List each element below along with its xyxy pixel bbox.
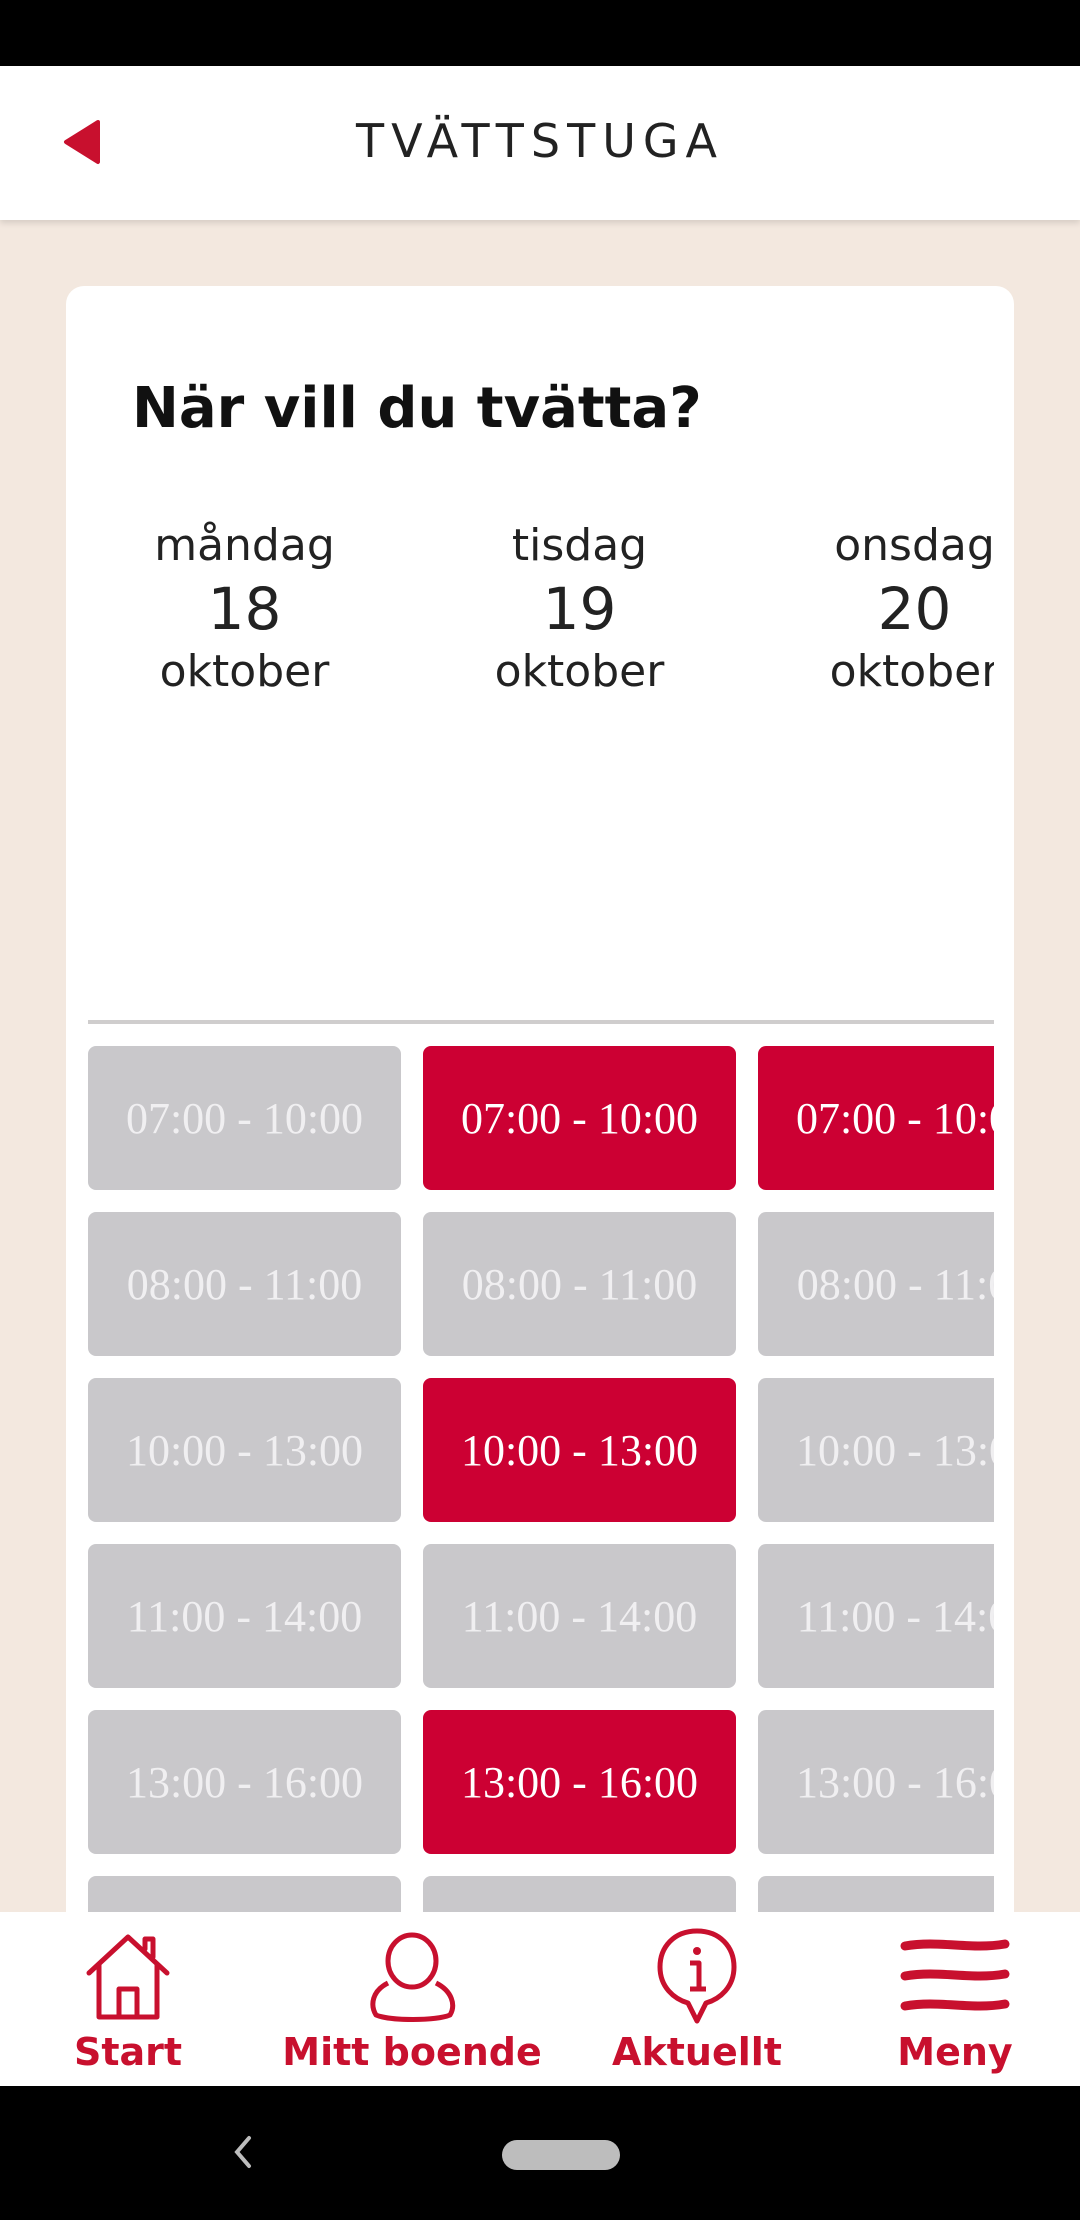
time-slot-unavailable: 13:00 - 16:00 [88,1710,401,1854]
day-month: oktober [494,646,665,697]
nav-aktuellt[interactable]: Aktuellt [612,1926,782,2076]
time-slot-available[interactable]: 13:00 - 16:00 [423,1710,736,1854]
nav-label: Start [73,2030,183,2074]
chevron-left-icon [234,2136,251,2168]
nav-label: Meny [897,2030,1013,2074]
nav-meny[interactable]: Meny [880,1926,1030,2076]
time-slot-unavailable: 11:00 - 14:00 [758,1544,994,1688]
day-column: onsdag20oktober 07:00 - 10:00 08:00 - 11:0… [758,516,994,1912]
system-nav-bar [0,2086,1080,2220]
home-icon [83,1926,173,2026]
schedule-grid[interactable]: måndag 18 oktober 07:00 - 10:00 08:00 - 11:0… [88,516,994,1912]
time-slot-available[interactable]: 07:00 - 10:00 [758,1046,994,1190]
day-weekday: måndag [154,520,335,571]
app-header: TVÄTTSTUGA [0,66,1080,220]
time-slot-unavailable: 11:00 - 14:00 [88,1544,401,1688]
time-slot-unavailable: 14:00 - 17:00 [423,1876,736,1912]
day-column: tisdag 19 oktober 07:00 - 10:00 08:00 - 11:0… [423,516,736,1912]
time-slot-unavailable: 11:00 - 14:00 [423,1544,736,1688]
day-date: 18 [207,575,282,643]
nav-start[interactable]: Start [58,1926,198,2076]
system-back-button[interactable] [222,2130,262,2174]
nav-label: Aktuellt [612,2030,782,2074]
nav-mitt-boende[interactable]: Mitt boende [282,1926,542,2076]
time-slot-unavailable: 08:00 - 11:00 [88,1212,401,1356]
bottom-nav: Start Mitt boende Aktuellt Meny [0,1912,1080,2086]
day-column: måndag 18 oktober 07:00 - 10:00 08:00 - 11:0… [88,516,401,1912]
nav-label: Mitt boende [282,2030,542,2074]
time-slot-unavailable: 10:00 - 13:00 [88,1378,401,1522]
slot-list: 07:00 - 10:00 08:00 - 11:00 10:00 - 13:00 1… [758,1046,994,1912]
time-slot-unavailable: 13:00 - 16:00 [758,1710,994,1854]
day-header: tisdag 19 oktober [423,516,736,702]
day-date: 19 [542,575,617,643]
time-slot-unavailable: 08:00 - 11:00 [423,1212,736,1356]
system-home-pill[interactable] [502,2140,620,2170]
time-slot-unavailable: 14:00 - 17:00 [758,1876,994,1912]
day-weekday: tisdag [511,520,648,571]
day-weekday: onsdag [834,520,994,571]
slot-list: 07:00 - 10:00 08:00 - 11:00 10:00 - 13:00 1… [88,1046,401,1912]
time-slot-unavailable: 14:00 - 17:00 [88,1876,401,1912]
day-header: måndag 18 oktober [88,516,401,702]
user-icon [366,1926,458,2026]
day-month: oktober [829,646,994,697]
day-month: oktober [159,646,330,697]
time-slot-available[interactable]: 07:00 - 10:00 [423,1046,736,1190]
slot-list: 07:00 - 10:00 08:00 - 11:00 10:00 - 13:00 1… [423,1046,736,1912]
booking-question: När vill du tvätta? [132,376,702,441]
time-slot-unavailable: 10:00 - 13:00 [758,1378,994,1522]
header-divider [88,1020,994,1024]
day-header: onsdag 20 oktober [758,516,994,702]
menu-icon [899,1926,1011,2026]
time-slot-unavailable: 07:00 - 10:00 [88,1046,401,1190]
page-title: TVÄTTSTUGA [356,114,724,168]
status-bar [0,0,1080,66]
booking-card: När vill du tvätta? måndag 18 oktober 07:00… [66,286,1014,1912]
time-slot-available[interactable]: 10:00 - 13:00 [423,1378,736,1522]
content-area[interactable]: När vill du tvätta? måndag 18 oktober 07:00… [0,220,1080,1912]
info-icon [654,1926,740,2026]
time-slot-unavailable: 08:00 - 11:00 [758,1212,994,1356]
day-date: 20 [877,575,952,643]
